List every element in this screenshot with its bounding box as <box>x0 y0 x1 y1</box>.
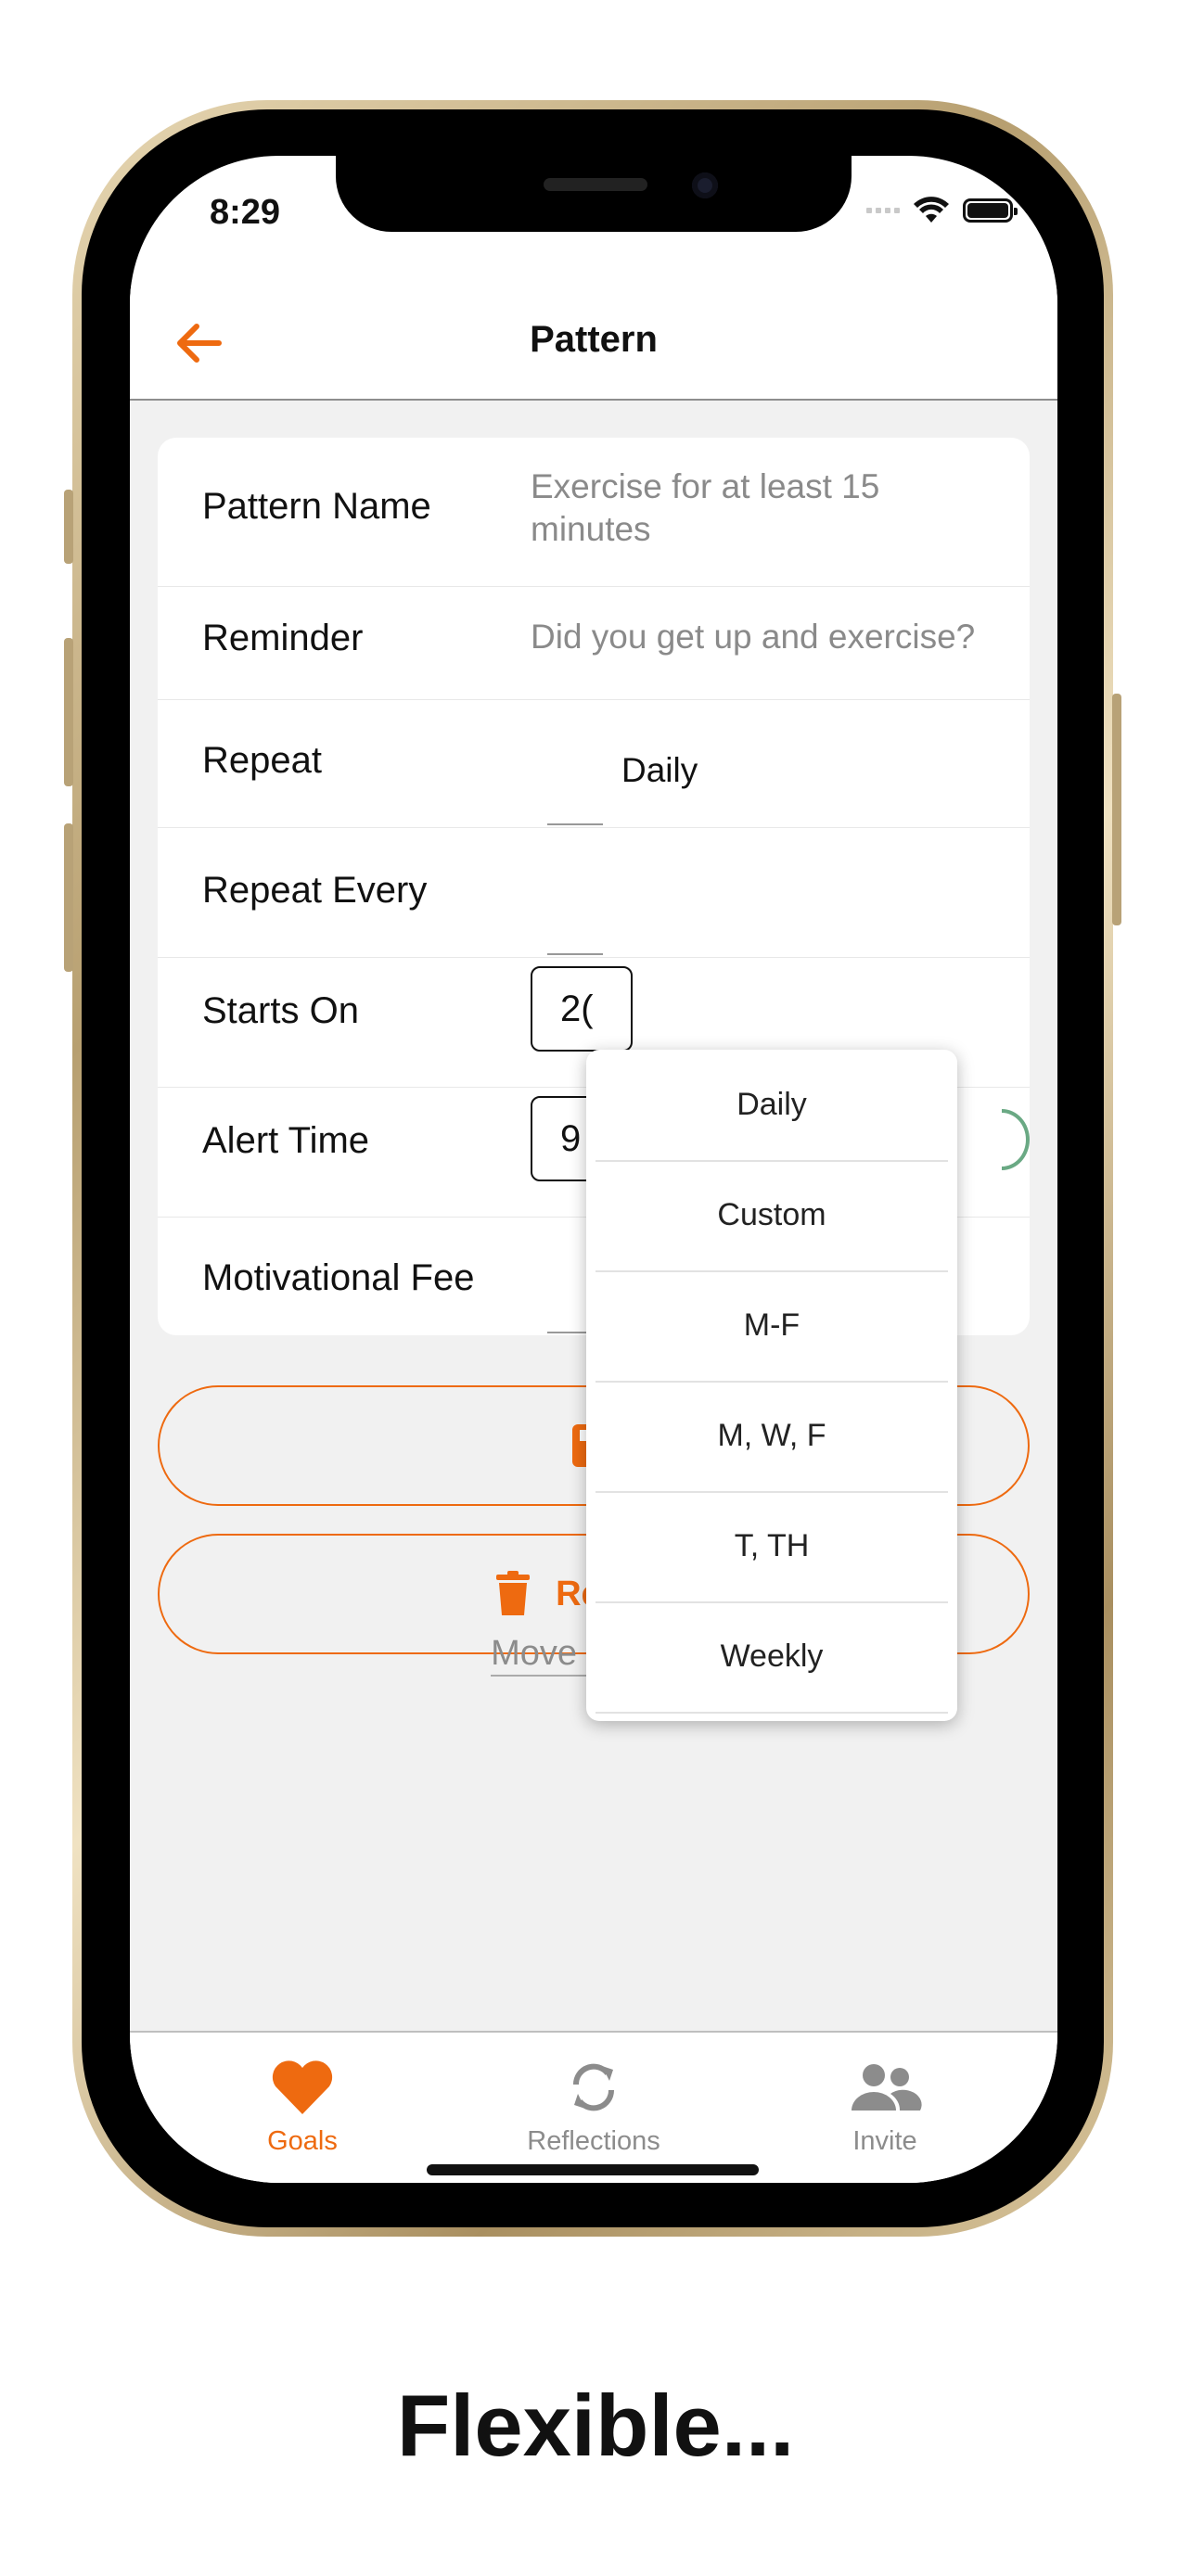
page-title: Pattern <box>530 319 658 360</box>
silent-switch <box>64 490 73 564</box>
marketing-caption: Flexible... <box>396 2377 795 2474</box>
motivational-fee-label: Motivational Fee <box>202 1257 475 1298</box>
alert-toggle[interactable] <box>1002 1109 1030 1170</box>
repeat-row[interactable]: Repeat Daily <box>158 699 1030 828</box>
repeat-dropdown-menu: Daily Custom M-F M, W, F T, TH Weekly <box>586 1050 957 1721</box>
tab-goals-label: Goals <box>267 2126 338 2156</box>
home-indicator <box>427 2164 759 2175</box>
alert-time-label: Alert Time <box>202 1120 370 1161</box>
power-button <box>1112 694 1121 925</box>
pattern-name-input[interactable]: Exercise for at least 15 minutes <box>531 465 957 551</box>
dropdown-option-m-w-f[interactable]: M, W, F <box>596 1381 948 1493</box>
phone-bezel: 8:29 Pattern Pattern Name Exercise for a… <box>82 109 1104 2227</box>
notch <box>336 156 852 232</box>
users-icon <box>852 2064 922 2111</box>
reminder-input[interactable]: Did you get up and exercise? <box>531 616 1013 658</box>
repeat-select[interactable]: Daily <box>621 751 698 790</box>
sync-icon <box>572 2063 615 2111</box>
tab-invite-label: Invite <box>852 2126 917 2156</box>
dropdown-option-m-f[interactable]: M-F <box>596 1270 948 1383</box>
status-time: 8:29 <box>210 193 281 232</box>
status-icons <box>866 197 1018 224</box>
trash-icon <box>496 1571 531 1615</box>
wifi-icon <box>914 197 949 223</box>
tab-goals[interactable]: Goals <box>210 2059 395 2157</box>
volume-down-button <box>64 823 73 972</box>
dropdown-option-custom[interactable]: Custom <box>596 1160 948 1272</box>
screen: 8:29 Pattern Pattern Name Exercise for a… <box>130 156 1057 2183</box>
camera <box>692 172 718 198</box>
dropdown-option-daily[interactable]: Daily <box>596 1050 948 1162</box>
reminder-label: Reminder <box>202 618 364 658</box>
tab-bar: Goals Reflections Invite <box>130 2031 1057 2183</box>
heart-icon <box>272 2060 333 2114</box>
nav-bar: Pattern <box>130 284 1057 401</box>
repeat-every-row[interactable]: Repeat Every <box>158 827 1030 958</box>
tab-invite[interactable]: Invite <box>792 2059 978 2157</box>
content-area: Pattern Name Exercise for at least 15 mi… <box>130 401 1057 2031</box>
tab-reflections-label: Reflections <box>527 2126 660 2156</box>
signal-icon <box>866 208 900 213</box>
speaker <box>544 178 647 191</box>
dropdown-option-weekly[interactable]: Weekly <box>596 1601 948 1714</box>
phone-frame: 8:29 Pattern Pattern Name Exercise for a… <box>64 100 1121 2237</box>
repeat-every-label: Repeat Every <box>202 870 428 911</box>
dropdown-option-t-th[interactable]: T, TH <box>596 1491 948 1603</box>
repeat-label: Repeat <box>202 740 322 781</box>
starts-on-date-field[interactable]: 2( <box>531 966 633 1052</box>
tab-reflections[interactable]: Reflections <box>501 2059 686 2157</box>
starts-on-label: Starts On <box>202 990 359 1031</box>
repeat-every-underline <box>547 953 603 955</box>
pattern-name-label: Pattern Name <box>202 486 431 527</box>
volume-up-button <box>64 638 73 786</box>
pattern-name-row[interactable]: Pattern Name Exercise for at least 15 mi… <box>158 438 1030 587</box>
repeat-underline <box>547 823 603 825</box>
reminder-row[interactable]: Reminder Did you get up and exercise? <box>158 586 1030 700</box>
battery-icon <box>963 198 1018 223</box>
